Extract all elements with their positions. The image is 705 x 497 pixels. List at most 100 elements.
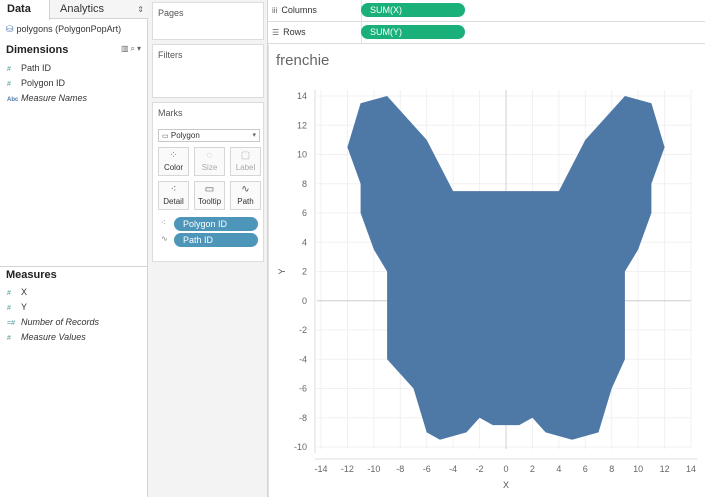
- x-tick-label: -14: [314, 464, 327, 474]
- path-icon: ∿: [161, 234, 168, 243]
- mark-button-label: Label: [235, 163, 256, 172]
- filters-title: Filters: [158, 50, 183, 60]
- x-tick-label: -12: [341, 464, 354, 474]
- marks-pill-polygon-id[interactable]: Polygon ID: [174, 217, 258, 231]
- mark-button-label: Size: [201, 163, 218, 172]
- pane-tabs: Data Analytics ⇕: [0, 0, 148, 20]
- string-type-icon: Abc: [7, 97, 19, 103]
- y-tick-label: 10: [297, 150, 307, 160]
- pages-card[interactable]: Pages: [152, 2, 264, 40]
- datasource-item[interactable]: ⛁ polygons (PolygonPopArt): [6, 24, 121, 35]
- rows-shelf[interactable]: ☰ Rows SUM(Y): [268, 22, 705, 44]
- rows-icon: ☰: [272, 28, 280, 37]
- detail-icon: ⁖: [161, 218, 166, 227]
- number-type-icon: #: [7, 66, 11, 73]
- field-label: Path ID: [21, 63, 52, 73]
- label-button[interactable]: ▢ Label: [230, 147, 261, 176]
- dimension-tools: ▥⌕▾: [121, 44, 143, 54]
- mark-button-label: Tooltip: [197, 197, 222, 206]
- x-tick-label: -8: [396, 464, 404, 474]
- tooltip-icon: ▭: [204, 184, 215, 195]
- field-polygon-id[interactable]: # Polygon ID: [7, 76, 65, 90]
- number-type-icon: =#: [7, 320, 15, 327]
- mark-type-value: Polygon: [170, 131, 200, 140]
- polygon-icon: ▭: [162, 133, 169, 140]
- field-path-id[interactable]: # Path ID: [7, 61, 51, 75]
- field-label: Y: [21, 302, 28, 312]
- y-tick-label: 2: [302, 267, 307, 277]
- chevron-down-icon: ▾: [252, 132, 256, 139]
- tableau-workspace: Data Analytics ⇕ ⛁ polygons (PolygonPopAr…: [0, 0, 705, 497]
- y-tick-label: -10: [294, 442, 307, 452]
- y-tick-label: -4: [299, 354, 307, 364]
- label-icon: ▢: [240, 150, 251, 161]
- x-tick-label: 0: [503, 464, 508, 474]
- field-label: Measure Values: [21, 332, 86, 342]
- size-button[interactable]: ◌ Size: [194, 147, 225, 176]
- y-tick-label: 6: [302, 208, 307, 218]
- columns-label: iii Columns: [272, 0, 362, 21]
- size-icon: ◌: [206, 150, 213, 161]
- x-tick-label: -4: [449, 464, 457, 474]
- mark-type-dropdown[interactable]: ▭ Polygon ▾: [158, 129, 260, 142]
- datasource-icon: ⛁: [6, 24, 14, 34]
- columns-icon: iii: [272, 6, 278, 15]
- tab-analytics[interactable]: Analytics: [60, 0, 104, 19]
- filters-card[interactable]: Filters: [152, 44, 264, 98]
- y-tick-label: 14: [297, 91, 307, 101]
- number-type-icon: #: [7, 335, 11, 342]
- pane-menu-icon[interactable]: ⇕: [137, 0, 144, 19]
- field-measure-values[interactable]: # Measure Values: [7, 330, 86, 344]
- columns-pill-sum-x[interactable]: SUM(X): [361, 3, 465, 17]
- x-tick-label: 8: [609, 464, 614, 474]
- x-tick-label: 4: [556, 464, 561, 474]
- mark-button-label: Detail: [163, 197, 184, 206]
- rows-label-text: Rows: [283, 27, 306, 37]
- mark-button-label: Path: [237, 197, 254, 206]
- chevron-down-icon[interactable]: ▾: [137, 44, 143, 53]
- y-tick-label: 8: [302, 179, 307, 189]
- field-y[interactable]: # Y: [7, 300, 27, 314]
- rows-label: ☰ Rows: [272, 22, 362, 43]
- y-tick-label: 12: [297, 120, 307, 130]
- tooltip-button[interactable]: ▭ Tooltip: [194, 181, 225, 210]
- y-tick-label: 4: [302, 237, 307, 247]
- x-tick-label: 10: [633, 464, 643, 474]
- field-number-of-records[interactable]: =# Number of Records: [7, 315, 99, 329]
- y-tick-label: -6: [299, 384, 307, 394]
- marks-card: Marks ▭ Polygon ▾ ⁘ Color ◌ Size ▢ Label ⁖ Deta…: [152, 102, 264, 262]
- color-button[interactable]: ⁘ Color: [158, 147, 189, 176]
- y-axis-label: Y: [277, 268, 287, 274]
- color-dots-icon: ⁘: [169, 150, 178, 161]
- field-x[interactable]: # X: [7, 285, 27, 299]
- y-tick-label: 0: [302, 296, 307, 306]
- tab-data[interactable]: Data: [0, 0, 50, 20]
- rows-pill-sum-y[interactable]: SUM(Y): [361, 25, 465, 39]
- columns-label-text: Columns: [281, 5, 317, 15]
- number-type-icon: #: [7, 290, 11, 297]
- data-pane: Data Analytics ⇕ ⛁ polygons (PolygonPopAr…: [0, 0, 148, 497]
- pages-title: Pages: [158, 8, 184, 18]
- number-type-icon: #: [7, 305, 11, 312]
- detail-icon: ⁖: [170, 184, 177, 195]
- x-tick-label: 2: [530, 464, 535, 474]
- y-tick-label: -2: [299, 325, 307, 335]
- columns-shelf[interactable]: iii Columns SUM(X): [268, 0, 705, 22]
- field-label: Polygon ID: [21, 78, 66, 88]
- field-label: Measure Names: [21, 93, 88, 103]
- marks-title: Marks: [158, 108, 183, 118]
- x-tick-label: 12: [660, 464, 670, 474]
- path-button[interactable]: ∿ Path: [230, 181, 261, 210]
- mark-button-label: Color: [163, 163, 184, 172]
- detail-button[interactable]: ⁖ Detail: [158, 181, 189, 210]
- x-tick-label: -2: [476, 464, 484, 474]
- shelves-pane: Pages Filters Marks ▭ Polygon ▾ ⁘ Color ◌ S…: [148, 0, 268, 497]
- datasource-label: polygons (PolygonPopArt): [16, 24, 122, 34]
- field-label: Number of Records: [21, 317, 100, 327]
- field-measure-names[interactable]: Abc Measure Names: [7, 91, 87, 105]
- view-icon[interactable]: ▥: [121, 44, 131, 53]
- marks-pill-path-id[interactable]: Path ID: [174, 233, 258, 247]
- view-canvas[interactable]: frenchie -10 -8 -6 -4 -2 0 2 4 6 8 10 12 14 -14 -12 -10…: [268, 45, 705, 497]
- x-axis-label: X: [503, 480, 509, 490]
- x-tick-label: -10: [367, 464, 380, 474]
